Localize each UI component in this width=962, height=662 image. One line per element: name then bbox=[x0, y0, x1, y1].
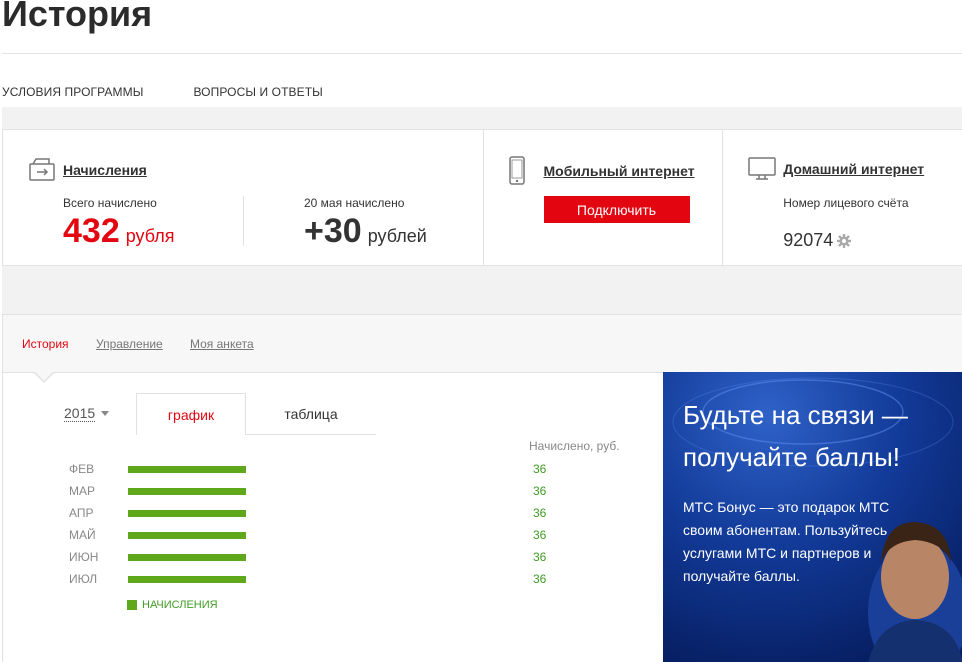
legend-label: НАЧИСЛЕНИЯ bbox=[142, 599, 218, 611]
chevron-down-icon bbox=[101, 411, 110, 416]
total-accrued-amount: 432 bbox=[63, 212, 120, 250]
year-value: 2015 bbox=[64, 405, 96, 422]
accruals-chart: ФЕВ 36 МАР 36 АПР 36 МАЙ 36 ИЮН 36 ИЮЛ 36 bbox=[69, 458, 589, 598]
bar bbox=[128, 488, 246, 495]
title-divider bbox=[2, 53, 962, 54]
bar bbox=[128, 532, 246, 539]
recent-accrued-unit: рублей bbox=[367, 226, 427, 246]
tab-history[interactable]: История bbox=[22, 337, 69, 351]
tab-management[interactable]: Управление bbox=[96, 337, 163, 351]
home-internet-card: Домашний интернет Номер лицевого счёта 9… bbox=[723, 130, 962, 265]
category-label: ИЮЛ bbox=[69, 572, 97, 586]
tab-graph[interactable]: график bbox=[136, 393, 246, 435]
page-title: История bbox=[2, 0, 153, 34]
tab-table[interactable]: таблица bbox=[246, 393, 376, 435]
value-label: 36 bbox=[533, 528, 547, 542]
value-label: 36 bbox=[533, 550, 547, 564]
active-tab-pointer bbox=[35, 372, 53, 381]
category-label: АПР bbox=[69, 506, 94, 520]
accruals-link[interactable]: Начисления bbox=[63, 162, 147, 178]
summary-cards: Начисления Всего начислено 432 рубля 20 … bbox=[2, 129, 962, 266]
home-internet-header: Домашний интернет bbox=[747, 156, 924, 182]
chart-legend: НАЧИСЛЕНИЯ bbox=[127, 599, 218, 611]
accruals-chart-svg: ФЕВ 36 МАР 36 АПР 36 МАЙ 36 ИЮН 36 ИЮЛ 36 bbox=[69, 462, 547, 586]
accruals-card: Начисления Всего начислено 432 рубля 20 … bbox=[3, 130, 484, 265]
connect-button[interactable]: Подключить bbox=[543, 196, 690, 223]
accrued-column-header: Начислено, руб. bbox=[529, 439, 620, 453]
account-number-row: 92074 bbox=[783, 230, 852, 251]
bar bbox=[128, 510, 246, 517]
gear-icon[interactable] bbox=[836, 233, 852, 249]
total-accrued-unit: рубля bbox=[125, 226, 175, 246]
nav-faq[interactable]: ВОПРОСЫ И ОТВЕТЫ bbox=[193, 85, 322, 99]
category-label: МАЙ bbox=[69, 527, 96, 542]
nav-program-terms[interactable]: УСЛОВИЯ ПРОГРАММЫ bbox=[2, 85, 143, 99]
total-accrued-label: Всего начислено bbox=[63, 196, 157, 210]
accruals-card-header: Начисления bbox=[27, 156, 147, 184]
value-label: 36 bbox=[533, 462, 547, 476]
account-number-label: Номер лицевого счёта bbox=[783, 196, 909, 210]
account-number-value: 92074 bbox=[783, 230, 834, 250]
year-select[interactable]: 2015 bbox=[64, 405, 110, 422]
legend-swatch bbox=[127, 600, 137, 610]
history-panel: История Управление Моя анкета 2015 графи… bbox=[2, 314, 962, 662]
bar bbox=[128, 576, 246, 583]
mobile-internet-header: Мобильный интернет bbox=[508, 156, 695, 186]
value-label: 36 bbox=[533, 572, 547, 586]
recent-accrued-label: 20 мая начислено bbox=[304, 196, 405, 210]
promo-banner[interactable]: Будьте на связи — получайте баллы! МТС Б… bbox=[663, 372, 962, 662]
total-accrued-value: 432 рубля bbox=[63, 212, 175, 251]
wallet-icon bbox=[29, 158, 55, 181]
recent-accrued-amount: +30 bbox=[304, 212, 362, 250]
recent-accrued-value: +30 рублей bbox=[304, 212, 427, 251]
category-label: МАР bbox=[69, 484, 95, 498]
category-label: ИЮН bbox=[69, 550, 98, 564]
promo-headline: Будьте на связи — получайте баллы! bbox=[683, 400, 908, 472]
smartphone-icon bbox=[508, 156, 525, 185]
stat-divider bbox=[243, 196, 244, 246]
value-label: 36 bbox=[533, 506, 547, 520]
bar bbox=[128, 466, 246, 473]
promo-text: МТС Бонус — это подарок МТС своим абонен… bbox=[683, 499, 890, 584]
top-nav: УСЛОВИЯ ПРОГРАММЫ ВОПРОСЫ И ОТВЕТЫ bbox=[2, 85, 373, 99]
bar bbox=[128, 554, 246, 561]
tab-profile[interactable]: Моя анкета bbox=[190, 337, 254, 351]
mobile-internet-link[interactable]: Мобильный интернет bbox=[544, 163, 695, 179]
mobile-internet-card: Мобильный интернет Подключить bbox=[484, 130, 724, 265]
home-internet-link[interactable]: Домашний интернет bbox=[783, 161, 924, 177]
section-tabs: История Управление Моя анкета bbox=[3, 315, 962, 373]
monitor-icon bbox=[748, 157, 776, 180]
value-label: 36 bbox=[533, 484, 547, 498]
category-label: ФЕВ bbox=[69, 462, 94, 476]
